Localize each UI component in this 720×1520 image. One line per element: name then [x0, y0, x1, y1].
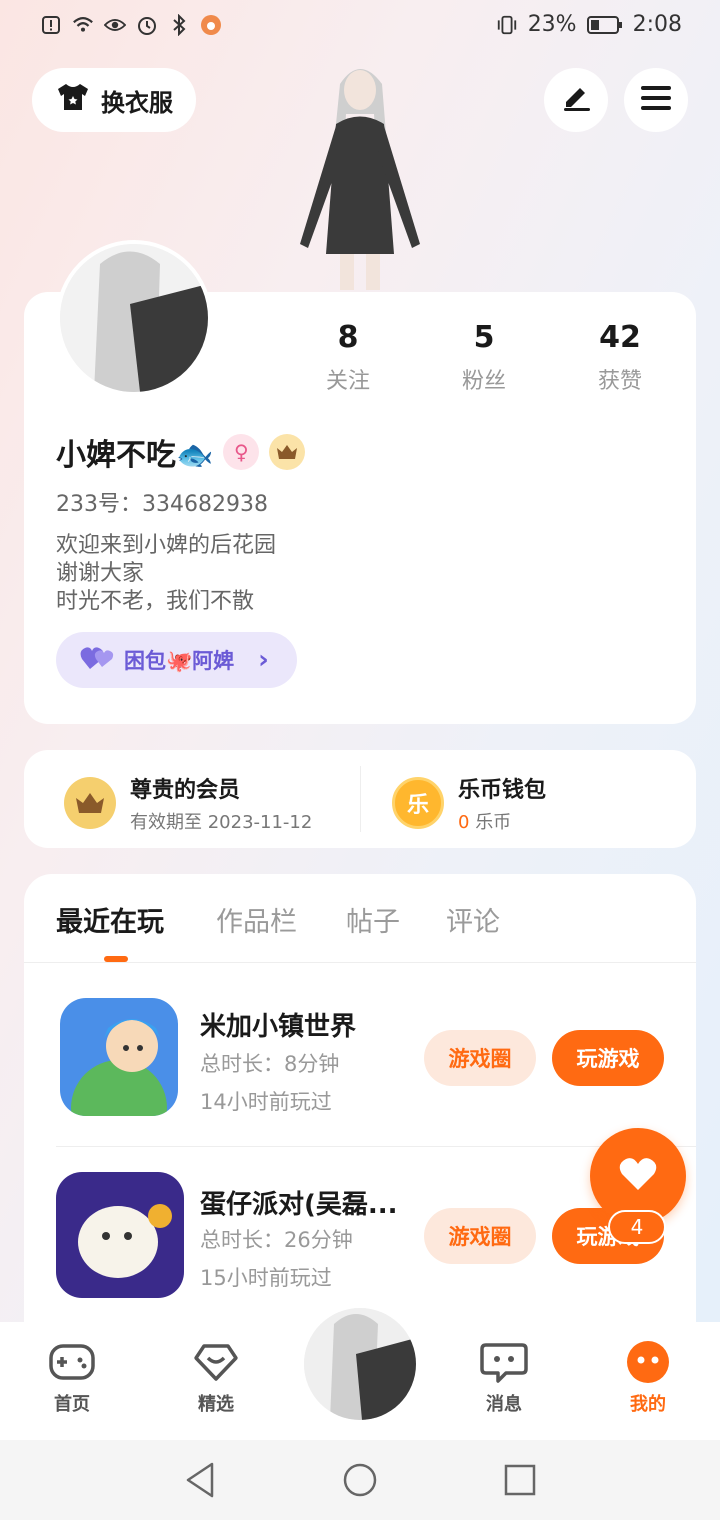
- chat-icon: [480, 1340, 528, 1384]
- game-circle-button[interactable]: 游戏圈: [424, 1030, 536, 1086]
- tab-posts[interactable]: 帖子: [346, 900, 400, 939]
- following-count: 8: [337, 320, 359, 355]
- game-duration: 总时长：8分钟: [200, 1052, 340, 1076]
- group-label: 困包🐙阿婢: [124, 649, 235, 673]
- heart-badge-icon: [192, 1340, 240, 1384]
- member-divider: [360, 766, 361, 832]
- vip-member-entry[interactable]: 尊贵的会员 有效期至 2023-11-12: [64, 772, 312, 834]
- heart-count-badge: 4: [608, 1210, 666, 1244]
- game-title[interactable]: 米加小镇世界: [200, 1006, 356, 1043]
- tab-works[interactable]: 作品栏: [216, 900, 297, 939]
- eye-icon: [104, 14, 126, 36]
- alert-icon: [40, 14, 62, 36]
- female-icon: ♀: [223, 434, 260, 470]
- game-icon-eggy-party[interactable]: [56, 1172, 184, 1298]
- app-icon: [200, 14, 222, 36]
- tabs-divider: [24, 962, 696, 963]
- status-icons-left: [40, 14, 222, 36]
- edit-profile-button[interactable]: [544, 68, 608, 132]
- game-duration: 总时长：26分钟: [200, 1228, 353, 1252]
- tab-comments[interactable]: 评论: [446, 900, 500, 939]
- status-icons-right: 23% 2:08: [496, 12, 682, 37]
- bio-line: 谢谢大家: [56, 561, 145, 586]
- following-stat[interactable]: 8 关注: [288, 320, 408, 395]
- wallet-title: 乐币钱包: [458, 778, 547, 803]
- bio: 欢迎来到小婢的后花园 谢谢大家 时光不老，我们不散: [56, 532, 276, 616]
- clock-time: 2:08: [632, 12, 682, 37]
- menu-button[interactable]: [624, 68, 688, 132]
- nav-featured[interactable]: 精选: [166, 1340, 266, 1416]
- play-game-button[interactable]: 玩游戏: [552, 1030, 664, 1086]
- back-icon[interactable]: [184, 1462, 216, 1502]
- gender-symbol: ♀: [234, 440, 249, 464]
- nav-me[interactable]: 我的: [598, 1340, 698, 1416]
- vip-crown-icon: [64, 777, 116, 829]
- wallet-entry[interactable]: 乐 乐币钱包 0 乐币: [392, 772, 546, 834]
- coin-icon: 乐: [392, 777, 444, 829]
- battery-percent: 23%: [527, 12, 577, 37]
- wallet-amount: 0: [458, 812, 470, 833]
- likes-stat[interactable]: 42 获赞: [560, 320, 680, 395]
- nav-messages[interactable]: 消息: [454, 1340, 554, 1416]
- game-circle-button[interactable]: 游戏圈: [424, 1208, 536, 1264]
- wifi-icon: [72, 14, 94, 36]
- nav-home-label: 首页: [54, 1394, 90, 1415]
- username: 小婢不吃🐟: [56, 438, 214, 473]
- group-link-button[interactable]: 困包🐙阿婢 ›: [56, 632, 297, 688]
- bio-line: 欢迎来到小婢的后花园: [56, 533, 277, 558]
- status-bar: 23% 2:08: [0, 0, 720, 56]
- avatar[interactable]: [56, 240, 212, 396]
- battery-icon: [586, 14, 623, 36]
- alarm-icon: [136, 14, 158, 36]
- center-avatar-button[interactable]: [304, 1308, 416, 1420]
- nav-home[interactable]: 首页: [22, 1340, 122, 1416]
- vip-title: 尊贵的会员: [130, 778, 241, 803]
- crown-icon: [269, 434, 306, 470]
- wallet-unit: 乐币: [475, 812, 512, 833]
- heart-icon: [618, 1156, 658, 1196]
- game-last-played: 15小时前玩过: [200, 1266, 332, 1290]
- followers-count: 5: [473, 320, 495, 355]
- vibrate-icon: [496, 14, 518, 36]
- likes-label: 获赞: [597, 369, 642, 394]
- change-outfit-button[interactable]: 换衣服: [32, 68, 196, 132]
- nav-me-label: 我的: [630, 1394, 666, 1415]
- game-icon-miga-town[interactable]: [60, 998, 178, 1116]
- followers-label: 粉丝: [461, 369, 506, 394]
- profile-face-icon: [624, 1340, 672, 1384]
- bluetooth-icon: [168, 14, 190, 36]
- name-row: 小婢不吃🐟 ♀: [56, 430, 306, 474]
- vip-expiry: 有效期至 2023-11-12: [130, 812, 313, 833]
- avatar-character-illustration[interactable]: [290, 54, 430, 292]
- coin-glyph: 乐: [406, 793, 429, 818]
- edit-icon: [560, 84, 592, 116]
- nav-messages-label: 消息: [486, 1394, 522, 1415]
- game-last-played: 14小时前玩过: [200, 1090, 332, 1114]
- menu-icon: [640, 85, 672, 115]
- wallet-balance: 0 乐币: [458, 808, 546, 834]
- change-outfit-label: 换衣服: [101, 88, 173, 117]
- double-heart-icon: [80, 645, 114, 676]
- gamepad-icon: [48, 1340, 96, 1384]
- likes-count: 42: [599, 320, 641, 355]
- user-id: 233号：334682938: [56, 492, 268, 517]
- bio-line: 时光不老，我们不散: [56, 589, 255, 614]
- tshirt-icon: [55, 82, 91, 118]
- chevron-right-icon: ›: [258, 645, 269, 675]
- home-circle-icon[interactable]: [342, 1462, 378, 1502]
- game-title[interactable]: 蛋仔派对(吴磊...: [200, 1184, 398, 1221]
- nav-featured-label: 精选: [198, 1394, 234, 1415]
- tab-recently-played[interactable]: 最近在玩: [56, 900, 164, 939]
- followers-stat[interactable]: 5 粉丝: [424, 320, 544, 395]
- following-label: 关注: [325, 369, 370, 394]
- recents-square-icon[interactable]: [504, 1464, 536, 1500]
